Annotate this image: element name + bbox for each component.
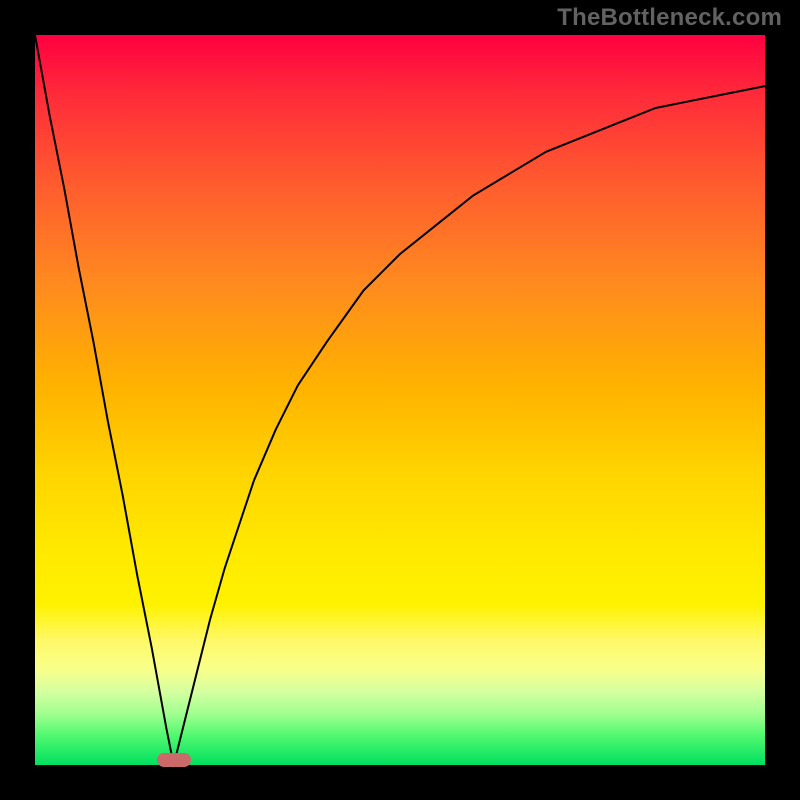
curve-path [35,35,765,765]
chart-frame: TheBottleneck.com [0,0,800,800]
watermark-text: TheBottleneck.com [557,4,782,32]
plot-area [35,35,765,765]
curve-svg [35,35,765,765]
low-point-marker [157,753,191,767]
